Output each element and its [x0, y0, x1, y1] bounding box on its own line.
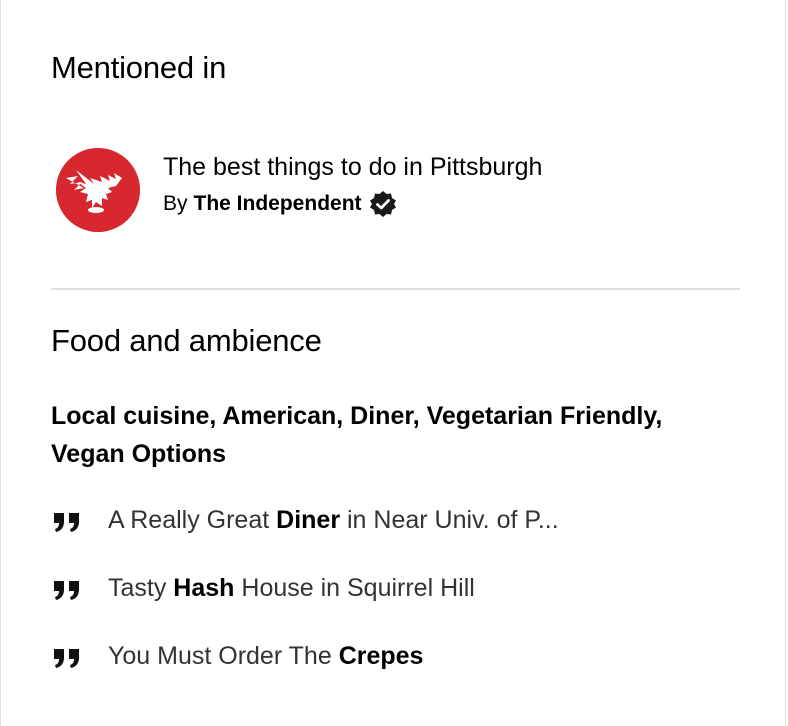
review-snippets-list: A Really Great Diner in Near Univ. of P.…: [51, 504, 751, 708]
snippet-keyword: Crepes: [338, 642, 424, 670]
byline-author: The Independent: [193, 192, 362, 215]
snippet-before: You Must Order The: [108, 642, 339, 670]
quote-icon: [53, 646, 81, 670]
quote-icon: [53, 510, 81, 534]
quote-icon: [53, 578, 81, 602]
mentioned-in-heading: Mentioned in: [51, 50, 227, 85]
verified-badge-icon: [368, 189, 398, 219]
mention-card-link[interactable]: The best things to do in Pittsburgh By T…: [56, 148, 736, 232]
snippet-keyword: Diner: [276, 506, 341, 534]
snippet-before: Tasty: [108, 574, 174, 602]
review-snippet-link[interactable]: Tasty Hash House in Squirrel Hill: [108, 574, 475, 603]
review-snippet: You Must Order The Crepes: [51, 640, 751, 708]
food-and-ambience-heading: Food and ambience: [51, 323, 322, 358]
snippet-after: House in Squirrel Hill: [234, 574, 475, 602]
mention-byline: By The Independent: [163, 189, 398, 219]
cuisine-tags: Local cuisine, American, Diner, Vegetari…: [51, 402, 663, 468]
snippet-after: in Near Univ. of P...: [340, 506, 559, 534]
eagle-icon: [56, 148, 140, 232]
section-divider: [51, 288, 740, 290]
byline-prefix: By: [163, 192, 188, 215]
snippet-keyword: Hash: [173, 574, 235, 602]
review-snippet: A Really Great Diner in Near Univ. of P.…: [51, 504, 751, 572]
review-snippet-link[interactable]: A Really Great Diner in Near Univ. of P.…: [108, 506, 559, 535]
review-snippet: Tasty Hash House in Squirrel Hill: [51, 572, 751, 640]
snippet-before: A Really Great: [108, 506, 277, 534]
mention-title: The best things to do in Pittsburgh: [163, 153, 543, 181]
restaurant-details-panel: Mentioned in The best things to do in Pi…: [0, 0, 786, 726]
review-snippet-link[interactable]: You Must Order The Crepes: [108, 642, 423, 671]
